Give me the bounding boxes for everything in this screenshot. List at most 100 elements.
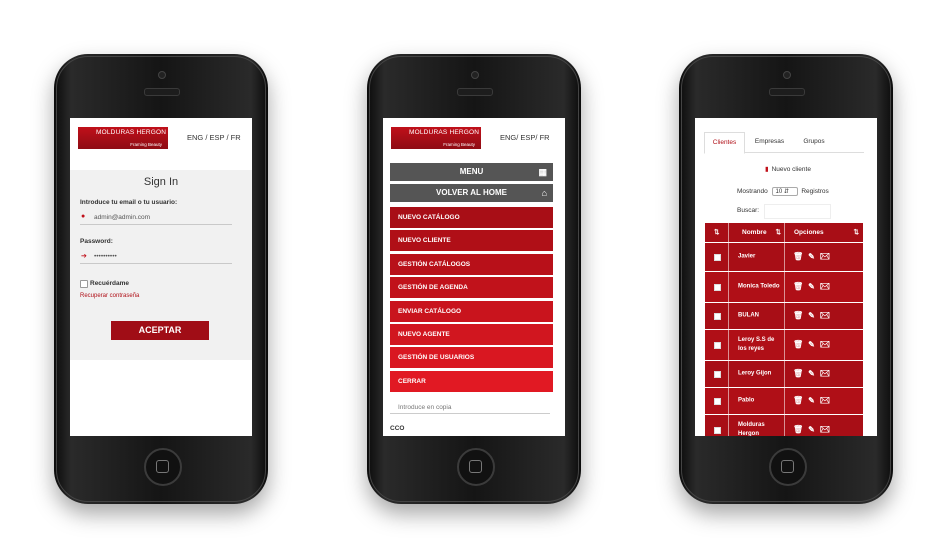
client-name: Molduras Hergon (738, 422, 765, 436)
options-header[interactable]: Opciones ⇅ (785, 223, 863, 242)
header: MOLDURAS HERGON Framing Beauty ENG / ESP… (70, 118, 252, 170)
logo-text: MOLDURAS HERGON (409, 129, 480, 136)
mail-icon[interactable]: ✉ (820, 340, 835, 349)
trash-icon[interactable]: 🗑 (793, 282, 808, 291)
home-button[interactable] (144, 448, 182, 486)
row-checkbox[interactable] (714, 312, 721, 320)
showing-label: Mostrando (737, 188, 768, 196)
mail-icon[interactable]: ✉ (820, 425, 835, 434)
back-home-label: VOLVER AL HOME (436, 188, 507, 197)
client-name-cell: Monica Toledo (729, 272, 785, 302)
client-name-cell: BULAN (729, 303, 785, 329)
mail-icon[interactable]: ✉ (820, 282, 835, 291)
row-checkbox[interactable] (714, 397, 721, 405)
row-actions: 🗑✎✉ (793, 396, 835, 405)
language-switcher[interactable]: ENG/ ESP/ FR (500, 133, 550, 142)
logo-tagline: Framing Beauty (443, 142, 475, 147)
search-input[interactable] (764, 204, 831, 219)
pencil-icon[interactable]: ✎ (808, 282, 820, 291)
trash-icon[interactable]: 🗑 (793, 369, 808, 378)
pencil-icon[interactable]: ✎ (808, 252, 820, 261)
tab-clientes[interactable]: Clientes (704, 132, 745, 154)
table-row: Molduras Hergon 🗑✎✉ (705, 415, 863, 436)
row-actions-cell: 🗑✎✉ (785, 303, 863, 329)
speaker-grille (144, 88, 180, 96)
menu-item[interactable]: GESTIÓN CATÁLOGOS (390, 253, 553, 275)
row-select-cell (705, 415, 729, 436)
row-actions: 🗑✎✉ (793, 252, 835, 261)
trash-icon[interactable]: 🗑 (793, 425, 808, 434)
clients-table: ⇅ Nombre ⇅ Opciones ⇅ Javier 🗑✎✉ Monica Tole… (705, 223, 863, 436)
row-checkbox[interactable] (714, 283, 721, 291)
new-client-label: Nuevo cliente (771, 166, 811, 173)
row-select-cell (705, 361, 729, 387)
pencil-icon[interactable]: ✎ (808, 425, 820, 434)
pencil-icon[interactable]: ✎ (808, 340, 820, 349)
options-header-label: Opciones (794, 229, 824, 236)
sort-icon: ⇅ (775, 229, 781, 236)
home-button[interactable] (769, 448, 807, 486)
home-button[interactable] (457, 448, 495, 486)
trash-icon[interactable]: 🗑 (793, 252, 808, 261)
trash-icon[interactable]: 🗑 (793, 311, 808, 320)
menu-screen: MOLDURAS HERGON Framing Beauty ENG/ ESP/… (383, 118, 565, 436)
email-field[interactable]: ● admin@admin.com (80, 212, 232, 225)
mail-icon[interactable]: ✉ (820, 311, 835, 320)
table-row: Javier 🗑✎✉ (705, 243, 863, 272)
menu-item[interactable]: GESTIÓN DE USUARIOS (390, 347, 553, 369)
signin-screen: MOLDURAS HERGON Framing Beauty ENG / ESP… (70, 118, 252, 436)
menu-item[interactable]: GESTIÓN DE AGENDA (390, 277, 553, 299)
row-actions: 🗑✎✉ (793, 369, 835, 378)
tab-grupos[interactable]: Grupos (794, 132, 834, 152)
menu-item[interactable]: NUEVO AGENTE (390, 324, 553, 345)
client-name: Monica Toledo (738, 283, 780, 290)
camera-icon (783, 71, 791, 79)
phone-menu: MOLDURAS HERGON Framing Beauty ENG/ ESP/… (367, 54, 581, 504)
client-name: Leroy Gijon (738, 370, 772, 377)
mail-icon[interactable]: ✉ (820, 252, 835, 261)
menu-item[interactable]: NUEVO CATÁLOGO (390, 207, 553, 228)
accept-button[interactable]: ACEPTAR (111, 321, 209, 340)
pencil-icon[interactable]: ✎ (808, 311, 820, 320)
logo-tagline: Framing Beauty (130, 142, 162, 147)
menu-label: MENU (459, 167, 484, 176)
page-size-control: Mostrando 10 ⇵ Registros (737, 187, 829, 196)
client-name-cell: Javier (729, 243, 785, 271)
remember-checkbox[interactable] (80, 280, 88, 288)
back-home-button[interactable]: VOLVER AL HOME ⌂ (390, 184, 553, 202)
logo: MOLDURAS HERGON Framing Beauty (391, 127, 481, 149)
name-header[interactable]: Nombre ⇅ (729, 223, 785, 242)
page-size-select[interactable]: 10 ⇵ (771, 187, 798, 196)
trash-icon[interactable]: 🗑 (793, 396, 808, 405)
pencil-icon[interactable]: ✎ (808, 396, 820, 405)
client-name: BULAN (738, 312, 759, 319)
menu-item[interactable]: ENVIAR CATÁLOGO (390, 300, 553, 322)
row-checkbox[interactable] (714, 341, 721, 349)
password-field[interactable]: ➔ •••••••••• (80, 251, 232, 264)
menu-toggle[interactable]: MENU ▦ (390, 163, 553, 181)
camera-icon (471, 71, 479, 79)
sort-icon: ⇅ (853, 229, 859, 236)
menu-item[interactable]: NUEVO CLIENTE (390, 230, 553, 252)
row-actions-cell: 🗑✎✉ (785, 415, 863, 436)
row-checkbox[interactable] (714, 370, 721, 378)
new-client-link[interactable]: ▮ Nuevo cliente (765, 165, 811, 173)
select-all-header[interactable]: ⇅ (705, 223, 729, 242)
remember-label: Recuérdame (90, 280, 130, 287)
mail-icon[interactable]: ✉ (820, 369, 835, 378)
tab-empresas[interactable]: Empresas (747, 132, 792, 152)
name-header-label: Nombre (742, 229, 767, 236)
table-row: Leroy S.S de los reyes 🗑✎✉ (705, 330, 863, 361)
row-checkbox[interactable] (714, 253, 721, 261)
copy-input[interactable]: Introduce en copia (390, 401, 550, 414)
speaker-grille (457, 88, 493, 96)
mail-icon[interactable]: ✉ (820, 396, 835, 405)
recover-password-link[interactable]: Recuperar contraseña (80, 293, 139, 299)
row-checkbox[interactable] (714, 426, 721, 434)
pencil-icon[interactable]: ✎ (808, 369, 820, 378)
clients-screen: Clientes Empresas Grupos ▮ Nuevo cliente … (695, 118, 877, 436)
language-switcher[interactable]: ENG / ESP / FR (187, 133, 241, 142)
page-title: Sign In (143, 176, 179, 188)
trash-icon[interactable]: 🗑 (793, 340, 808, 349)
menu-item[interactable]: CERRAR (390, 370, 553, 392)
